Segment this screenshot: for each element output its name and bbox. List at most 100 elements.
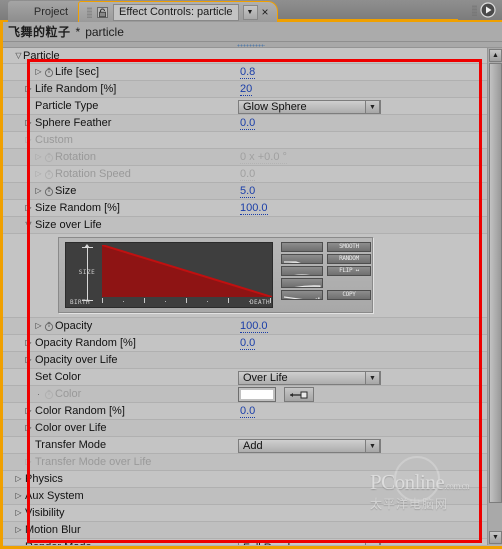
curve-preset-button[interactable] (281, 278, 323, 288)
property-value[interactable]: 5.0 (240, 185, 256, 198)
curve-button-random[interactable]: RANDOM (327, 254, 371, 264)
tab-project-label: Project (33, 5, 69, 18)
curve-preset-button[interactable] (281, 266, 323, 276)
disclosure-triangle-icon[interactable] (24, 424, 33, 432)
disclosure-triangle-icon[interactable] (34, 322, 43, 330)
disclosure-triangle-icon[interactable] (14, 509, 23, 517)
tab-menu-button[interactable]: ▼ (242, 4, 258, 20)
property-row-physics[interactable]: Physics (0, 471, 487, 488)
stopwatch-icon[interactable] (43, 67, 55, 78)
stopwatch-icon[interactable] (43, 321, 55, 332)
disclosure-triangle-icon[interactable] (34, 153, 43, 161)
property-row-color[interactable]: Color (0, 386, 487, 403)
disclosure-triangle-icon[interactable] (14, 52, 23, 60)
scroll-up-button[interactable]: ▲ (489, 49, 502, 62)
property-label: Opacity Random [%] (35, 337, 136, 349)
property-value[interactable]: 0.0 (240, 337, 256, 350)
property-row-set-color[interactable]: Set Color Over Life ▼ (0, 369, 487, 386)
size-over-life-graph[interactable]: SIZE BIRTH DEATH SMOOTH RANDOM FLIP ↔ COPY (0, 234, 487, 318)
property-dropdown[interactable]: Add ▼ (238, 439, 381, 453)
tab-effect-controls[interactable]: Effect Controls: particle ▼ × (78, 1, 278, 22)
panel-menu-icon[interactable] (480, 2, 496, 18)
disclosure-triangle-icon[interactable] (24, 204, 33, 212)
property-row-color-random[interactable]: Color Random [%] 0.0 (0, 403, 487, 420)
disclosure-triangle-icon[interactable] (24, 458, 33, 466)
disclosure-triangle-icon[interactable] (34, 170, 43, 178)
chevron-down-icon[interactable]: ▼ (365, 439, 380, 453)
drag-grip-icon[interactable] (87, 6, 92, 18)
stopwatch-icon[interactable] (43, 169, 55, 180)
vertical-scrollbar[interactable]: ▲ ▼ (487, 48, 502, 545)
graph-x-ticks (102, 296, 272, 305)
property-row-opacity-random[interactable]: Opacity Random [%] 0.0 (0, 335, 487, 352)
disclosure-triangle-icon[interactable] (24, 407, 33, 415)
eyedropper-button[interactable] (284, 387, 314, 402)
property-row-opacity-over-life[interactable]: Opacity over Life (0, 352, 487, 369)
property-value[interactable]: 0 x +0.0 ° (240, 151, 287, 164)
disclosure-triangle-icon[interactable] (24, 221, 33, 229)
disclosure-triangle-icon[interactable] (14, 475, 23, 483)
property-row-custom[interactable]: Custom (0, 132, 487, 149)
property-row-life-sec[interactable]: Life [sec] 0.8 (0, 64, 487, 81)
property-row-opacity[interactable]: Opacity 100.0 (0, 318, 487, 335)
disclosure-triangle-icon[interactable] (24, 136, 33, 144)
scrollbar-thumb[interactable] (489, 63, 502, 503)
close-icon[interactable]: × (262, 6, 269, 18)
curve-preset-button[interactable] (281, 242, 323, 252)
disclosure-triangle-icon[interactable] (34, 187, 43, 195)
stopwatch-icon[interactable] (43, 152, 55, 163)
curve-button-copy[interactable]: COPY (327, 290, 371, 300)
layer-name: particle (85, 24, 124, 39)
property-row-life-random[interactable]: Life Random [%] 20 (0, 81, 487, 98)
property-row-rotation[interactable]: Rotation 0 x +0.0 ° (0, 149, 487, 166)
curve-button-smooth[interactable]: SMOOTH (327, 242, 371, 252)
property-value[interactable]: 0.0 (240, 117, 256, 130)
scroll-down-button[interactable]: ▼ (489, 531, 502, 544)
property-value[interactable]: 20 (240, 83, 253, 96)
property-row-transfer-mode[interactable]: Transfer Mode Add ▼ (0, 437, 487, 454)
property-row-transfer-mode-over-life[interactable]: Transfer Mode over Life (0, 454, 487, 471)
disclosure-triangle-icon[interactable] (14, 526, 23, 534)
disclosure-triangle-icon[interactable] (24, 85, 33, 93)
property-value[interactable]: 100.0 (240, 320, 268, 333)
property-dropdown[interactable]: Glow Sphere ▼ (238, 100, 381, 114)
disclosure-triangle-icon[interactable] (14, 492, 23, 500)
property-label: Particle Type (35, 100, 99, 112)
chevron-down-icon[interactable]: ▼ (365, 371, 380, 385)
property-row-particle-type[interactable]: Particle Type Glow Sphere ▼ (0, 98, 487, 115)
chevron-down-icon[interactable]: ▼ (365, 100, 380, 114)
property-row-sphere-feather[interactable]: Sphere Feather 0.0 (0, 115, 487, 132)
stopwatch-icon[interactable] (43, 186, 55, 197)
graph-widget[interactable]: SIZE BIRTH DEATH SMOOTH RANDOM FLIP ↔ COPY (58, 237, 373, 313)
property-row-size[interactable]: Size 5.0 (0, 183, 487, 200)
group-header-particle[interactable]: Particle (0, 48, 487, 64)
disclosure-triangle-icon[interactable] (24, 356, 33, 364)
property-row-color-over-life[interactable]: Color over Life (0, 420, 487, 437)
property-value[interactable]: 0.0 (240, 405, 256, 418)
curve-preset-button[interactable] (281, 254, 323, 264)
property-row-aux-system[interactable]: Aux System (0, 488, 487, 505)
property-row-size-over-life[interactable]: Size over Life (0, 217, 487, 234)
lock-icon[interactable] (96, 6, 109, 19)
graph-plot-area[interactable]: SIZE BIRTH DEATH (65, 242, 273, 308)
disclosure-triangle-icon[interactable] (24, 119, 33, 127)
stopwatch-icon[interactable] (43, 389, 55, 400)
graph-curve[interactable] (101, 244, 273, 298)
property-row-motion-blur[interactable]: Motion Blur (0, 522, 487, 539)
property-dropdown[interactable]: Full Render ▼ (238, 541, 381, 545)
property-row-visibility[interactable]: Visibility (0, 505, 487, 522)
property-dropdown[interactable]: Over Life ▼ (238, 371, 381, 385)
color-swatch[interactable] (238, 387, 276, 402)
disclosure-triangle-icon[interactable] (34, 68, 43, 76)
property-row-render-mode[interactable]: Render Mode Full Render ▼ (0, 539, 487, 545)
property-row-size-random[interactable]: Size Random [%] 100.0 (0, 200, 487, 217)
property-value[interactable]: 0.8 (240, 66, 256, 79)
property-row-rotation-speed[interactable]: Rotation Speed 0.0 (0, 166, 487, 183)
property-value[interactable]: 100.0 (240, 202, 268, 215)
disclosure-triangle-icon[interactable] (24, 339, 33, 347)
curve-button-flip[interactable]: FLIP ↔ (327, 266, 371, 276)
chevron-down-icon[interactable]: ▼ (365, 541, 380, 545)
property-value[interactable]: 0.0 (240, 168, 256, 181)
curve-preset-button[interactable] (281, 290, 323, 300)
panel-grip-icon[interactable] (472, 4, 477, 16)
